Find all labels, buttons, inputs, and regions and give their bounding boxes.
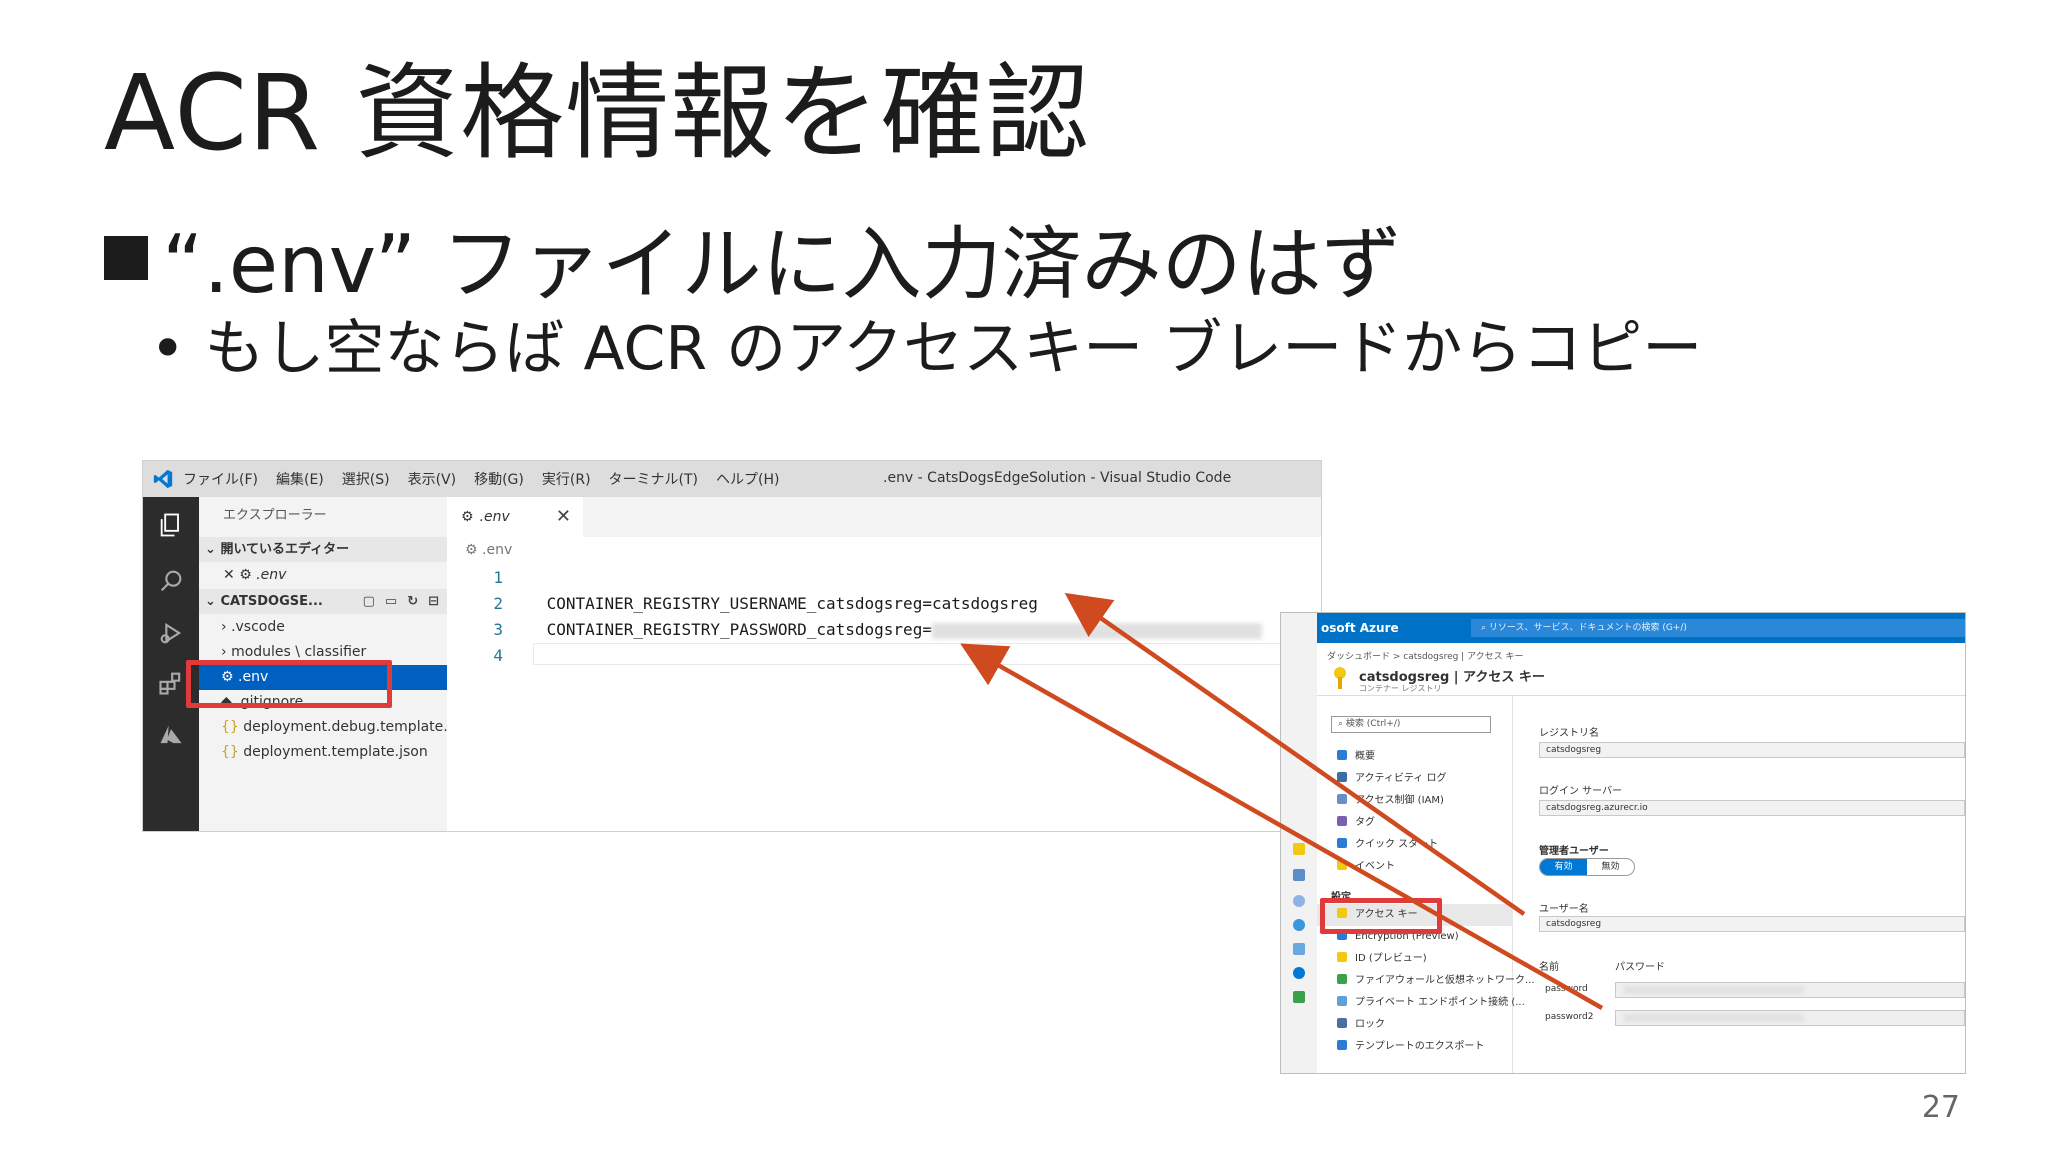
annotation-arrows [960,592,1604,1010]
arrow-username [1064,592,1526,916]
arrow-password [960,643,1604,1010]
